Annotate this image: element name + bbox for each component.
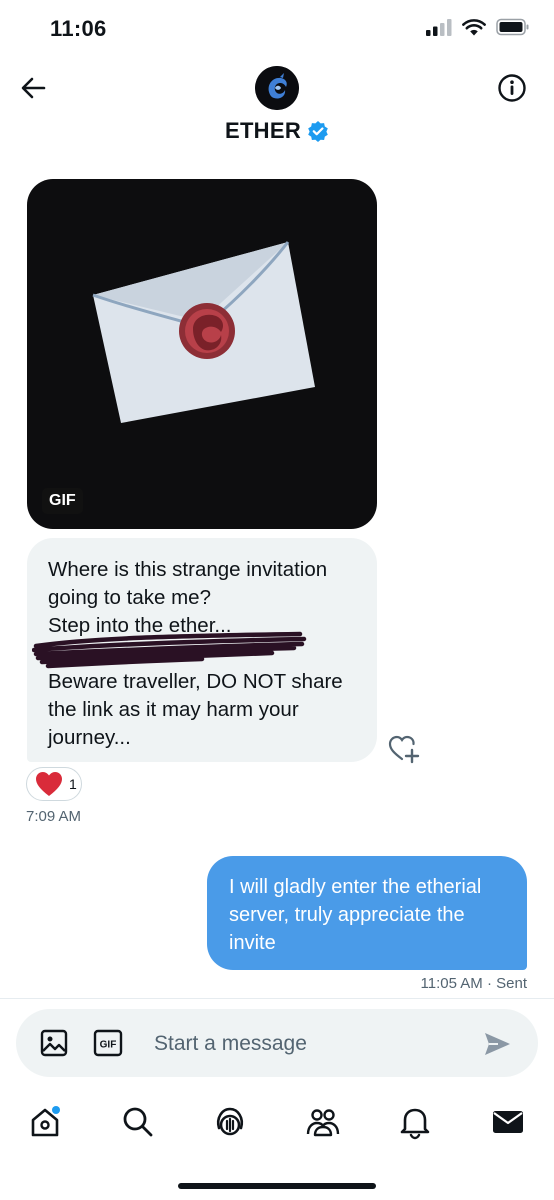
sent-meta: 11:05 AM · Sent [421, 975, 527, 992]
gif-badge: GIF [42, 488, 83, 514]
message-line: invite [229, 932, 276, 954]
home-icon [31, 1106, 60, 1137]
conversation-header: ETHER [0, 118, 554, 144]
received-timestamp: 7:09 AM [26, 808, 82, 825]
heart-icon [36, 772, 62, 796]
wifi-icon [462, 19, 486, 36]
status-time: 11:06 [50, 16, 107, 41]
sent-status: · Sent [486, 975, 527, 992]
message-line: going to take me? [48, 586, 211, 609]
image-icon [40, 1029, 68, 1057]
nav-home[interactable] [25, 1102, 65, 1142]
nav-spaces[interactable] [210, 1102, 250, 1142]
gif-icon-label: GIF [100, 1040, 117, 1051]
ether-logo-icon [255, 66, 299, 110]
message-line: I will gladly enter the etherial [229, 876, 482, 898]
nav-messages[interactable] [488, 1102, 528, 1142]
verified-badge-icon [308, 121, 328, 142]
back-button[interactable] [18, 72, 50, 104]
communities-icon [306, 1109, 340, 1137]
conversation-title: ETHER [224, 118, 302, 143]
add-reaction-button[interactable] [388, 734, 420, 764]
bell-icon [400, 1108, 430, 1140]
nav-notifications[interactable] [395, 1102, 435, 1142]
heart-plus-icon [388, 735, 420, 764]
message-input[interactable] [154, 1030, 454, 1058]
spaces-icon [216, 1107, 244, 1136]
send-button[interactable] [482, 1030, 512, 1058]
add-image-button[interactable] [39, 1028, 69, 1058]
info-icon [498, 74, 526, 102]
nav-communities[interactable] [303, 1102, 343, 1142]
message-line: the link as it may harm your [48, 698, 299, 721]
back-arrow-icon [21, 77, 46, 99]
add-gif-button[interactable]: GIF [93, 1029, 123, 1057]
message-line: server, truly appreciate the [229, 904, 465, 926]
search-icon [123, 1107, 153, 1137]
composer-divider [0, 998, 554, 999]
sealed-envelope-image [92, 241, 315, 423]
status-icons [426, 18, 530, 36]
gif-message[interactable] [27, 179, 377, 529]
message-line: Where is this strange invitation [48, 558, 328, 581]
avatar[interactable] [255, 66, 299, 110]
gif-icon: GIF [93, 1029, 123, 1057]
sent-message-text: I will gladly enter the etherial server,… [229, 873, 514, 957]
send-icon [485, 1033, 510, 1055]
battery-icon [496, 18, 529, 36]
redaction-scribble [32, 631, 307, 669]
cellular-signal-icon [426, 19, 452, 36]
home-indicator [178, 1183, 376, 1189]
sent-timestamp: 11:05 AM [420, 975, 483, 992]
nav-search[interactable] [118, 1102, 158, 1142]
reaction-count: 1 [69, 776, 77, 792]
message-line: journey... [48, 726, 131, 749]
info-button[interactable] [497, 73, 527, 103]
mail-icon [493, 1111, 523, 1133]
reaction-pill[interactable]: 1 [26, 767, 82, 801]
